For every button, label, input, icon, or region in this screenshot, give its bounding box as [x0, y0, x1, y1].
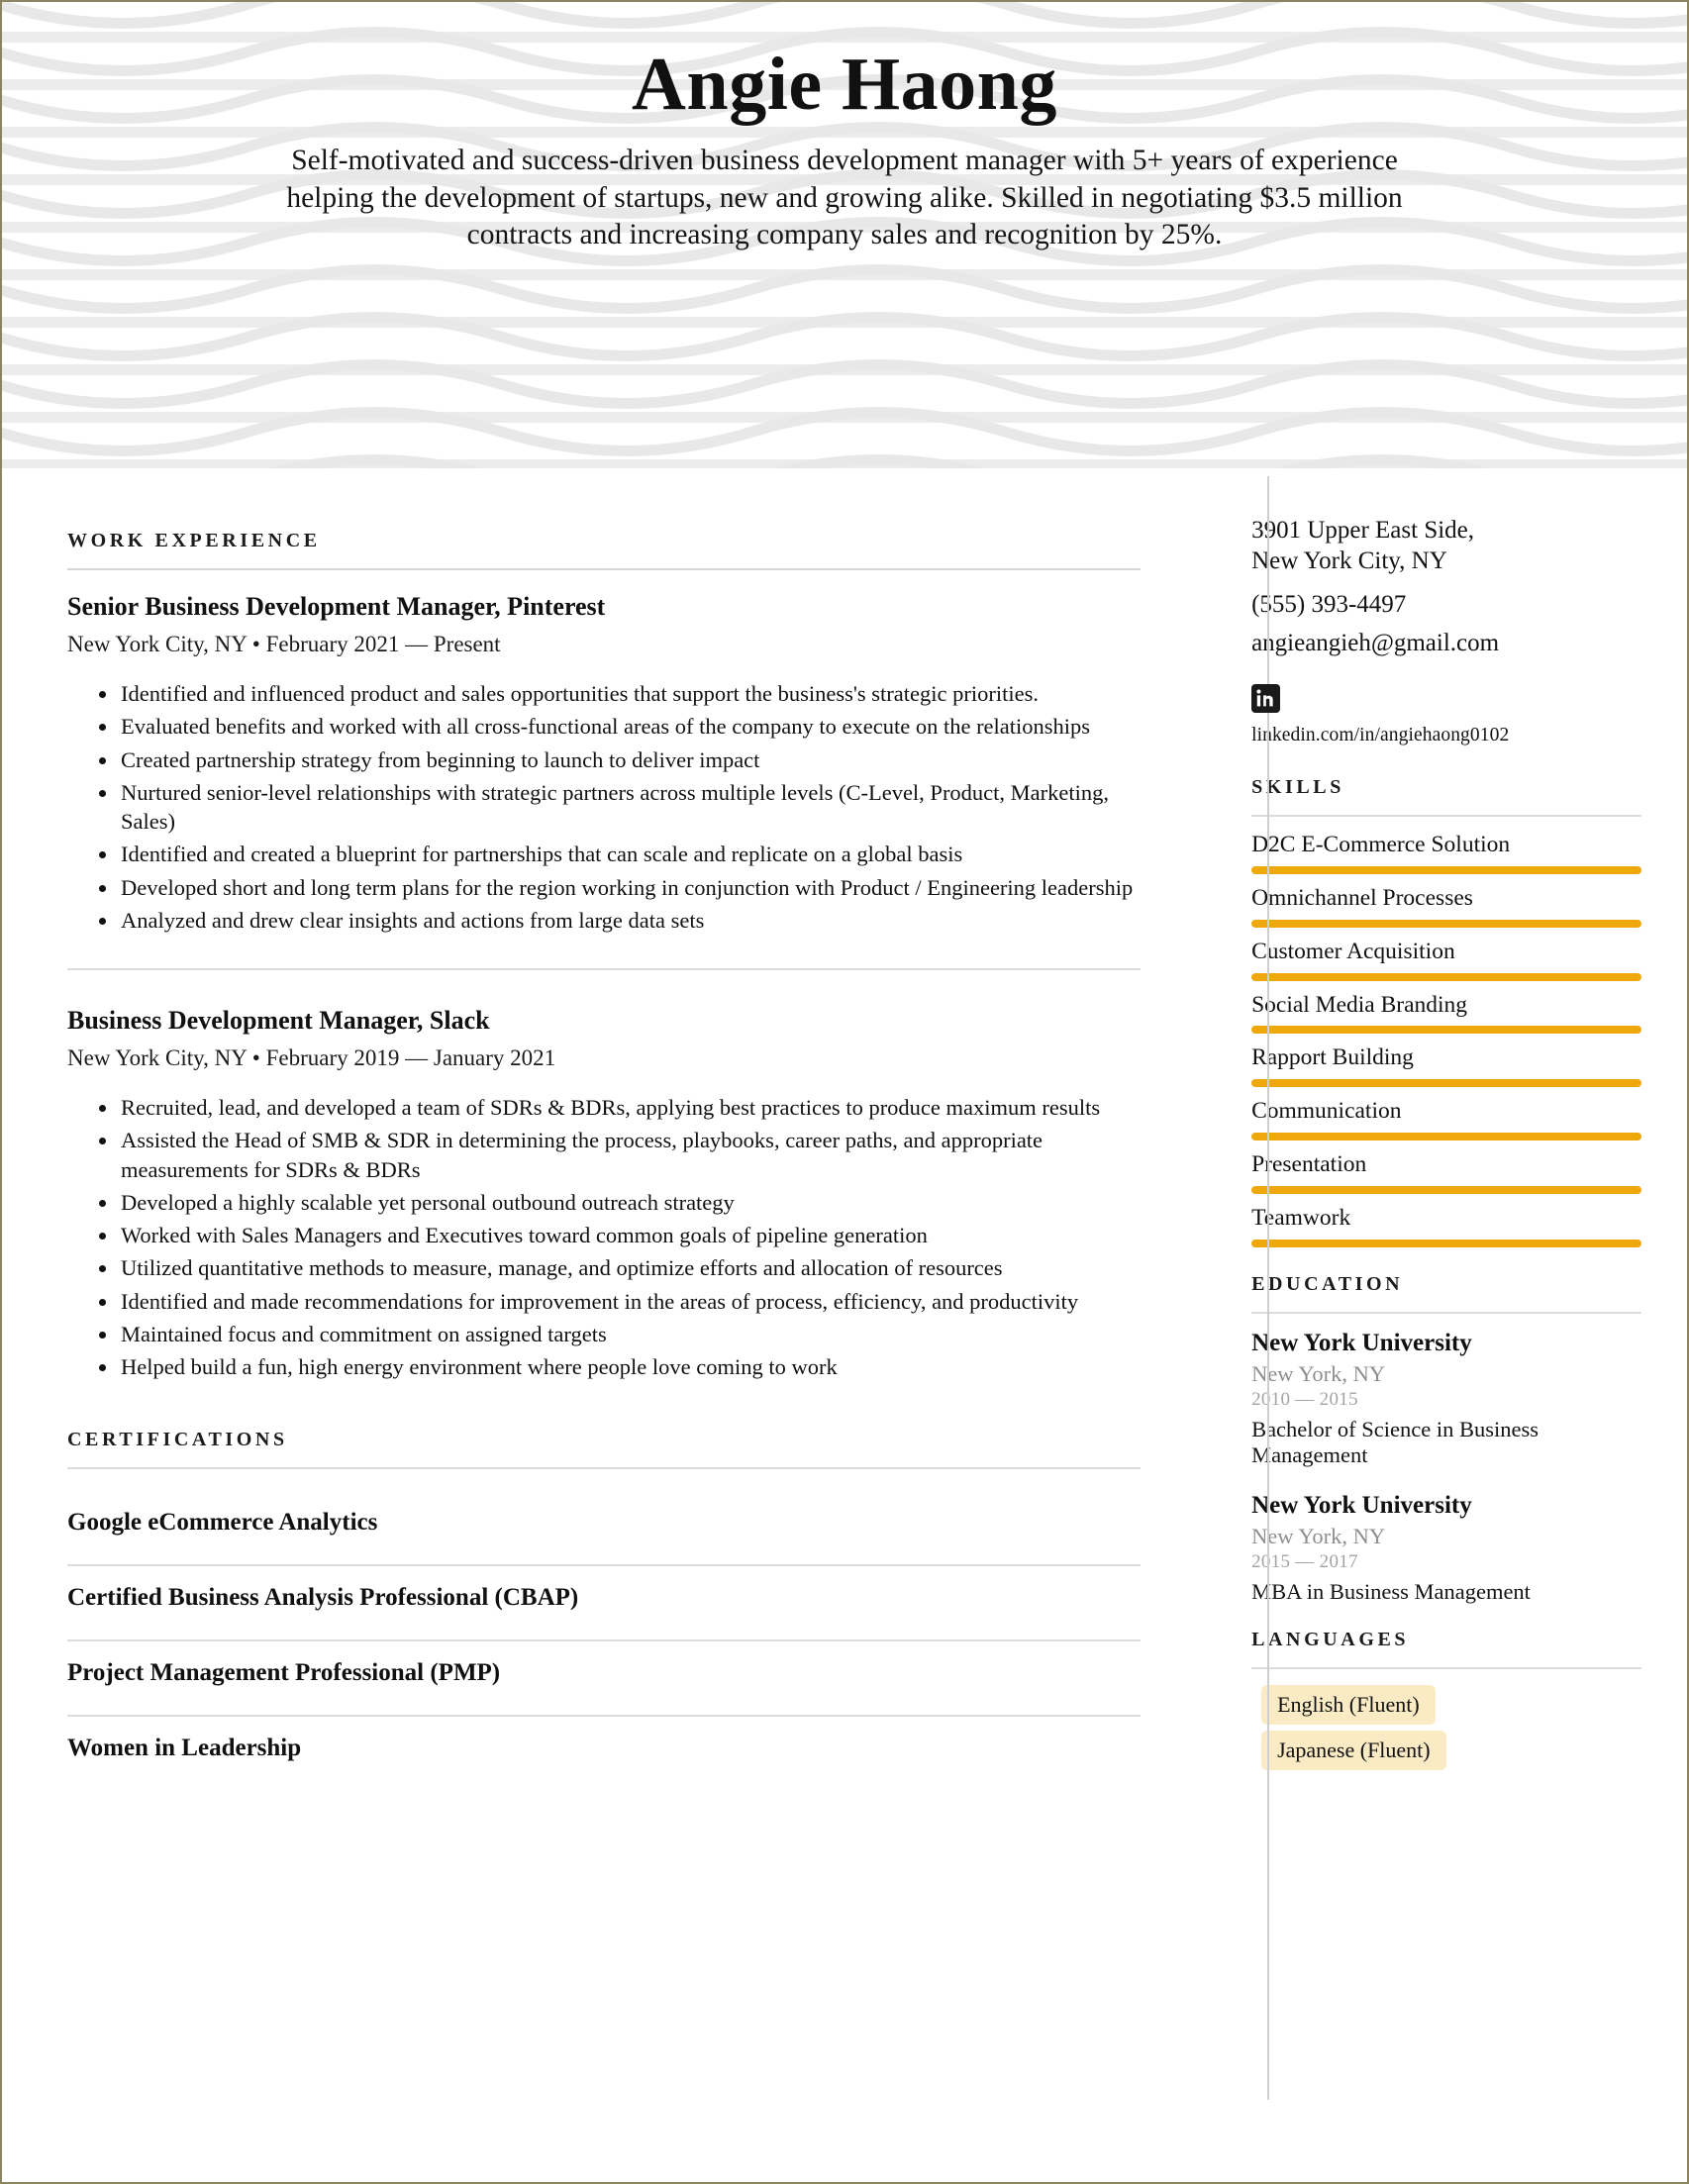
list-item: Helped build a fun, high energy environm…: [99, 1352, 1141, 1381]
skill-level-bar: [1251, 1079, 1641, 1088]
school-name: New York University: [1251, 1491, 1472, 1519]
skill-label: D2C E-Commerce Solution: [1251, 832, 1511, 857]
list-item: Identified and made recommendations for …: [99, 1287, 1141, 1316]
section-rule: [1251, 1311, 1641, 1314]
linkedin-icon: [1251, 684, 1281, 713]
skill-item: Rapport Building: [1251, 1044, 1641, 1088]
education-section: Education New York University New York, …: [1251, 1273, 1641, 1605]
resume-page: Angie Haong Self-motivated and success-d…: [0, 0, 1689, 2184]
certifications-section: Certifications Google eCommerce Analytic…: [67, 1429, 1142, 1790]
work-experience-section: Work Experience Senior Business Developm…: [67, 530, 1142, 1381]
professional-summary: Self-motivated and success-driven busine…: [286, 144, 1403, 251]
linkedin-url[interactable]: linkedin.com/in/angiehaong0102: [1251, 725, 1641, 746]
email-address[interactable]: angieangieh@gmail.com: [1251, 629, 1641, 659]
list-item: Created partnership strategy from beginn…: [99, 745, 1141, 774]
skill-label: Communication: [1251, 1098, 1402, 1125]
job-title: Business Development Manager, Slack: [67, 1006, 490, 1035]
skill-level-bar: [1251, 1185, 1641, 1194]
skill-item: D2C E-Commerce Solution: [1251, 832, 1641, 874]
section-heading-education: Education: [1251, 1272, 1404, 1295]
skill-item: Presentation: [1251, 1151, 1641, 1194]
list-item: Evaluated benefits and worked with all c…: [99, 712, 1141, 741]
language-badge: English (Fluent): [1261, 1685, 1436, 1726]
main-column: Work Experience Senior Business Developm…: [2, 468, 1202, 1790]
section-rule: [67, 568, 1142, 570]
contact-section: 3901 Upper East Side, New York City, NY …: [1251, 516, 1641, 746]
skill-level-bar: [1251, 1239, 1641, 1247]
certification-item: Women in Leadership: [67, 1735, 302, 1762]
list-item: Nurtured senior-level relationships with…: [99, 778, 1141, 837]
degree-name: Bachelor of Science in Business Manageme…: [1251, 1416, 1539, 1467]
linkedin-row[interactable]: linkedin.com/in/angiehaong0102: [1251, 684, 1641, 746]
section-rule: [67, 1467, 1142, 1470]
list-item: Identified and created a blueprint for p…: [99, 840, 1141, 868]
languages-section: Languages English (Fluent) Japanese (Flu…: [1251, 1629, 1641, 1771]
education-entry: New York University New York, NY 2010 — …: [1251, 1330, 1641, 1468]
skill-item: Omnichannel Processes: [1251, 884, 1641, 928]
skill-level-bar: [1251, 865, 1641, 874]
certification-item: Google eCommerce Analytics: [67, 1509, 378, 1537]
skill-label: Presentation: [1251, 1151, 1367, 1178]
job-separator: [67, 968, 1142, 970]
job-location-dates: New York City, NY • February 2021 — Pres…: [67, 632, 501, 656]
skill-item: Communication: [1251, 1098, 1641, 1142]
list-item: Developed a highly scalable yet personal…: [99, 1188, 1141, 1217]
skill-label: Rapport Building: [1251, 1044, 1414, 1071]
list-item: Developed short and long term plans for …: [99, 873, 1141, 902]
list-item: Maintained focus and commitment on assig…: [99, 1320, 1141, 1348]
school-location: New York, NY: [1251, 1360, 1386, 1386]
address-block: 3901 Upper East Side, New York City, NY: [1251, 516, 1641, 576]
skill-item: Teamwork: [1251, 1204, 1641, 1247]
education-entry: New York University New York, NY 2015 — …: [1251, 1492, 1641, 1605]
column-divider: [1267, 476, 1269, 2100]
language-badge: Japanese (Fluent): [1261, 1731, 1446, 1771]
address-line-2: New York City, NY: [1251, 546, 1447, 574]
skill-item: Customer Acquisition: [1251, 938, 1641, 981]
job-responsibility-list: Recruited, lead, and developed a team of…: [67, 1093, 1141, 1381]
skill-label: Teamwork: [1251, 1204, 1351, 1231]
list-item: Recruited, lead, and developed a team of…: [99, 1093, 1141, 1122]
language-pill-list: English (Fluent) Japanese (Fluent): [1251, 1679, 1641, 1771]
phone-number[interactable]: (555) 393-4497: [1251, 590, 1641, 621]
skill-item: Social Media Branding: [1251, 991, 1641, 1035]
list-item: Utilized quantitative methods to measure…: [99, 1253, 1141, 1282]
skill-level-bar: [1251, 972, 1641, 981]
resume-header: Angie Haong Self-motivated and success-d…: [2, 2, 1687, 468]
skill-label: Social Media Branding: [1251, 991, 1468, 1018]
section-heading-certifications: Certifications: [67, 1429, 288, 1451]
school-dates: 2015 — 2017: [1251, 1550, 1358, 1572]
job-entry: Business Development Manager, Slack New …: [67, 1006, 1141, 1381]
resume-body: Work Experience Senior Business Developm…: [2, 468, 1687, 2100]
certification-item: Project Management Professional (PMP): [67, 1659, 501, 1687]
list-item: Worked with Sales Managers and Executive…: [99, 1221, 1141, 1249]
address-line-1: 3901 Upper East Side,: [1251, 517, 1475, 544]
list-item: Identified and influenced product and sa…: [99, 679, 1141, 708]
section-heading-skills: Skills: [1251, 776, 1344, 798]
section-heading-languages: Languages: [1251, 1629, 1410, 1651]
skill-label: Customer Acquisition: [1251, 938, 1455, 964]
candidate-name: Angie Haong: [632, 43, 1057, 126]
sidebar-column: 3901 Upper East Side, New York City, NY …: [1202, 468, 1687, 1790]
skills-section: Skills D2C E-Commerce Solution Omnichann…: [1251, 776, 1641, 1247]
section-rule: [1251, 815, 1641, 817]
job-responsibility-list: Identified and influenced product and sa…: [67, 679, 1141, 935]
job-title: Senior Business Development Manager, Pin…: [67, 592, 606, 621]
skill-level-bar: [1251, 1133, 1641, 1142]
job-entry: Senior Business Development Manager, Pin…: [67, 592, 1141, 935]
list-item: Assisted the Head of SMB & SDR in determ…: [99, 1126, 1141, 1184]
certification-item: Certified Business Analysis Professional…: [67, 1584, 579, 1612]
section-heading-work-experience: Work Experience: [67, 530, 321, 551]
section-rule: [1251, 1667, 1641, 1670]
list-item: Analyzed and drew clear insights and act…: [99, 906, 1141, 935]
degree-name: MBA in Business Management: [1251, 1578, 1531, 1604]
school-location: New York, NY: [1251, 1523, 1386, 1548]
school-name: New York University: [1251, 1329, 1472, 1356]
skill-level-bar: [1251, 919, 1641, 928]
job-location-dates: New York City, NY • February 2019 — Janu…: [67, 1045, 556, 1070]
skill-label: Omnichannel Processes: [1251, 884, 1473, 911]
school-dates: 2010 — 2015: [1251, 1388, 1358, 1410]
skill-level-bar: [1251, 1026, 1641, 1035]
